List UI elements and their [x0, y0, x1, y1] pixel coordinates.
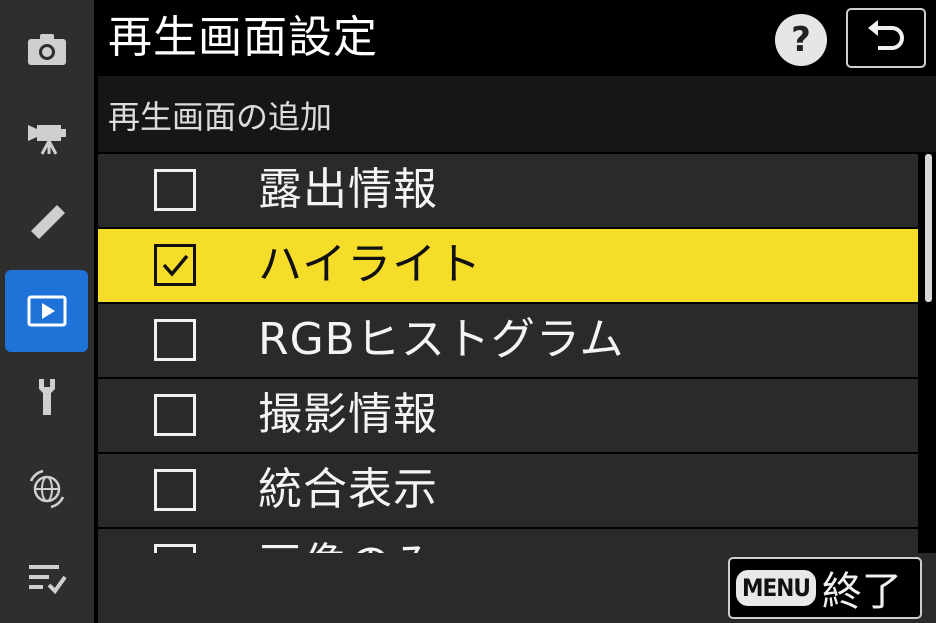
movie-camera-icon — [27, 125, 66, 155]
sidebar — [0, 0, 94, 623]
option-list: 露出情報 ハイライト RGBヒストグラム 撮影情報 統合表示 画像のみ — [98, 152, 920, 553]
menu-exit-button[interactable]: MENU 終了 — [728, 557, 922, 619]
option-row-highlights[interactable]: ハイライト — [98, 229, 918, 302]
option-row-overview[interactable]: 統合表示 — [98, 454, 918, 527]
scrollbar-thumb[interactable] — [925, 154, 932, 302]
sidebar-item-custom-settings[interactable] — [5, 182, 88, 264]
pencil-icon — [30, 205, 65, 239]
option-row-exposure-info[interactable]: 露出情報 — [98, 154, 918, 227]
checkbox[interactable] — [154, 544, 196, 553]
sidebar-item-setup[interactable] — [5, 356, 88, 438]
back-button[interactable] — [846, 8, 926, 68]
sidebar-item-photo-shooting[interactable] — [5, 8, 88, 90]
camera-icon — [27, 34, 66, 65]
section-header: 再生画面の追加 — [98, 76, 936, 152]
option-label: 統合表示 — [258, 464, 438, 515]
wrench-icon — [38, 379, 55, 415]
option-row-rgb-histogram[interactable]: RGBヒストグラム — [98, 304, 918, 377]
checkbox[interactable] — [154, 169, 196, 211]
sidebar-item-network[interactable] — [5, 448, 88, 530]
checkbox[interactable] — [154, 319, 196, 361]
section-title: 再生画面の追加 — [108, 98, 333, 136]
sidebar-item-playback[interactable] — [5, 270, 88, 352]
scrollbar[interactable] — [920, 152, 936, 553]
exit-label: 終了 — [821, 569, 902, 615]
sidebar-item-my-menu[interactable] — [5, 536, 88, 618]
option-row-shooting-data[interactable]: 撮影情報 — [98, 379, 918, 452]
checkbox[interactable] — [154, 244, 196, 286]
playback-icon — [27, 295, 66, 327]
menu-badge: MENU — [736, 570, 816, 606]
footer: MENU 終了 — [98, 553, 936, 623]
option-label: 撮影情報 — [258, 389, 438, 440]
page-title: 再生画面設定 — [108, 12, 378, 63]
option-label: 画像のみ — [258, 537, 438, 553]
header: 再生画面設定 ? — [98, 0, 936, 76]
my-menu-icon — [28, 565, 67, 595]
option-label: ハイライト — [258, 239, 483, 290]
help-icon: ? — [791, 20, 811, 60]
option-label: RGBヒストグラム — [258, 314, 625, 365]
option-label: 露出情報 — [258, 164, 438, 215]
check-icon — [162, 254, 189, 277]
option-row-image-only[interactable]: 画像のみ — [98, 529, 918, 553]
return-icon — [868, 20, 904, 50]
checkbox[interactable] — [154, 394, 196, 436]
sidebar-item-video-shooting[interactable] — [5, 94, 88, 176]
help-button[interactable]: ? — [775, 14, 827, 66]
checkbox[interactable] — [154, 469, 196, 511]
network-icon — [29, 469, 64, 509]
